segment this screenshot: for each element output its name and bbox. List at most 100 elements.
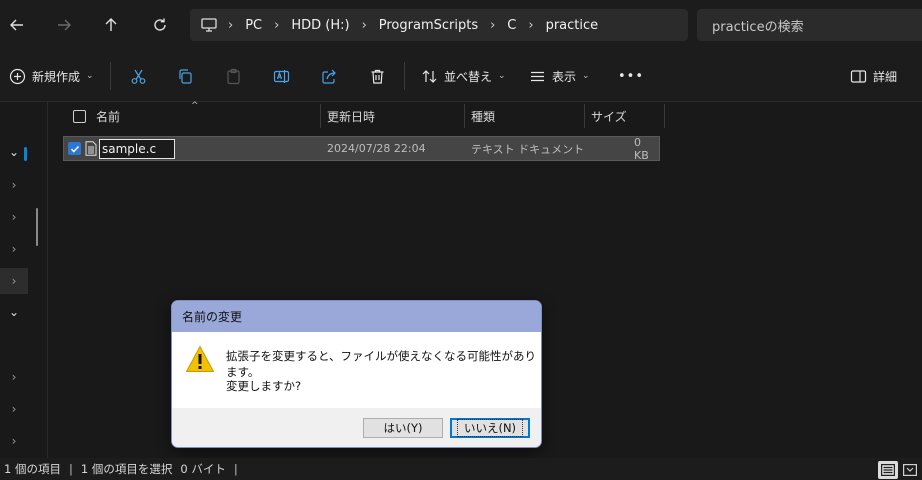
details-label: 詳細	[873, 69, 898, 84]
divider	[404, 62, 405, 90]
select-all-checkbox[interactable]	[73, 109, 86, 123]
delete-button[interactable]	[369, 64, 386, 88]
tree-expand-chevron-right-icon[interactable]: ›	[0, 172, 28, 198]
dialog-title[interactable]: 名前の変更	[172, 301, 541, 332]
view-button[interactable]: 表示 ⌄	[529, 64, 590, 88]
rename-confirm-dialog: 名前の変更 拡張子を変更すると、ファイルが使えなくなる可能性があります。 変更し…	[171, 300, 542, 448]
search-placeholder: practiceの検索	[712, 19, 804, 35]
tree-selection-indicator	[24, 147, 27, 161]
tree-expand-chevron-right-icon[interactable]: ›	[0, 428, 28, 454]
scissors-icon	[131, 69, 146, 84]
dialog-question: 変更しますか?	[226, 379, 302, 393]
yes-label: はい(Y)	[383, 421, 423, 435]
rename-icon	[273, 69, 290, 83]
details-pane-button[interactable]: 詳細	[850, 64, 897, 88]
yes-button[interactable]: はい(Y)	[363, 418, 443, 438]
forward-button[interactable]	[49, 10, 79, 40]
sort-icon	[422, 69, 437, 83]
dialog-footer: はい(Y) いいえ(N)	[172, 408, 541, 447]
details-view-icon	[881, 464, 895, 476]
file-type: テキスト ドキュメント	[471, 142, 585, 156]
tree-expand-chevron-right-icon[interactable]: ›	[0, 268, 28, 294]
breadcrumb-programscripts[interactable]: ProgramScripts	[371, 18, 486, 33]
chevron-down-icon: ⌄	[86, 71, 94, 81]
details-pane-icon	[850, 69, 867, 83]
dialog-message: 拡張子を変更すると、ファイルが使えなくなる可能性があります。	[226, 349, 537, 379]
more-icon: •••	[618, 68, 645, 84]
details-view-button[interactable]	[878, 461, 898, 479]
tree-expand-chevron-right-icon[interactable]: ›	[0, 236, 28, 262]
computer-icon	[201, 18, 217, 32]
navigation-bar: › PC › HDD (H:) › ProgramScripts › C › p…	[0, 0, 922, 50]
copy-icon	[179, 68, 192, 84]
breadcrumb-separator[interactable]: ›	[358, 18, 371, 33]
status-size: 0 バイト	[180, 462, 226, 476]
checkmark-icon	[70, 145, 79, 153]
rename-button[interactable]	[273, 64, 290, 88]
breadcrumb-practice[interactable]: practice	[538, 18, 607, 33]
tree-expand-chevron-right-icon[interactable]: ›	[0, 396, 28, 422]
status-bar: 1 個の項目 | 1 個の項目を選択 0 バイト |	[0, 458, 922, 480]
share-icon	[322, 69, 336, 84]
tree-expand-chevron-right-icon[interactable]: ›	[0, 364, 28, 390]
tree-expand-chevron-right-icon[interactable]: ›	[0, 204, 28, 230]
search-input[interactable]: practiceの検索	[697, 9, 922, 41]
column-type[interactable]: 種類	[471, 102, 495, 130]
new-button[interactable]: 新規作成 ⌄	[9, 64, 94, 88]
no-button[interactable]: いいえ(N)	[450, 418, 530, 438]
breadcrumb-separator[interactable]: ›	[524, 18, 537, 33]
breadcrumb-hdd[interactable]: HDD (H:)	[283, 18, 357, 33]
sort-button[interactable]: 並べ替え ⌄	[421, 64, 506, 88]
up-button[interactable]	[96, 10, 126, 40]
thumbnail-view-icon	[903, 464, 917, 476]
select-all-checkbox-wrap[interactable]	[73, 102, 86, 130]
column-modified[interactable]: 更新日時	[327, 102, 375, 130]
new-label: 新規作成	[32, 69, 81, 84]
status-divider: |	[68, 462, 73, 476]
column-divider[interactable]	[664, 104, 665, 128]
file-modified: 2024/07/28 22:04	[327, 142, 426, 155]
arrow-up-icon	[105, 18, 117, 31]
thumbnail-view-button[interactable]	[900, 461, 920, 479]
cut-button[interactable]	[130, 64, 147, 88]
row-checkbox[interactable]	[68, 142, 81, 155]
breadcrumb-separator[interactable]: ›	[486, 18, 499, 33]
navigation-scrollbar[interactable]	[36, 208, 38, 246]
view-label: 表示	[552, 69, 577, 84]
file-size: 0 KB	[634, 135, 649, 162]
table-row[interactable]: sample.c 2024/07/28 22:04 テキスト ドキュメント 0 …	[63, 135, 660, 162]
text-file-icon	[85, 141, 97, 156]
trash-icon	[371, 69, 384, 84]
tree-expand-chevron-down-icon[interactable]: ⌄	[0, 299, 28, 325]
column-size[interactable]: サイズ	[591, 102, 627, 130]
status-selected: 1 個の項目を選択	[80, 462, 173, 476]
more-options-button[interactable]: •••	[618, 64, 644, 88]
sort-ascending-icon: ^	[191, 101, 199, 111]
chevron-down-icon: ⌄	[498, 71, 506, 81]
no-label: いいえ(N)	[456, 419, 524, 437]
chevron-down-icon: ⌄	[582, 71, 590, 81]
status-divider: |	[233, 462, 238, 476]
breadcrumb-pc[interactable]: PC	[237, 18, 270, 33]
column-divider[interactable]	[464, 104, 465, 128]
arrow-right-icon	[58, 19, 71, 31]
breadcrumb-separator[interactable]: ›	[270, 18, 283, 33]
share-button[interactable]	[321, 64, 338, 88]
clipboard-icon	[227, 68, 240, 84]
copy-button[interactable]	[177, 64, 194, 88]
view-lines-icon	[531, 71, 544, 81]
column-name[interactable]: 名前	[96, 102, 120, 130]
navigation-pane: ⌄ › › › › ⌄ › › ›	[0, 102, 48, 458]
rename-input[interactable]: sample.c	[99, 139, 175, 159]
divider	[110, 62, 111, 90]
address-bar[interactable]: › PC › HDD (H:) › ProgramScripts › C › p…	[190, 9, 688, 41]
column-divider[interactable]	[584, 104, 585, 128]
column-divider[interactable]	[320, 104, 321, 128]
breadcrumb-separator: ›	[228, 17, 234, 33]
back-button[interactable]	[2, 10, 32, 40]
plus-circle-icon	[9, 68, 26, 84]
refresh-button[interactable]	[145, 10, 175, 40]
paste-button[interactable]	[225, 64, 242, 88]
breadcrumb-c[interactable]: C	[499, 18, 524, 33]
sort-label: 並べ替え	[444, 69, 493, 84]
